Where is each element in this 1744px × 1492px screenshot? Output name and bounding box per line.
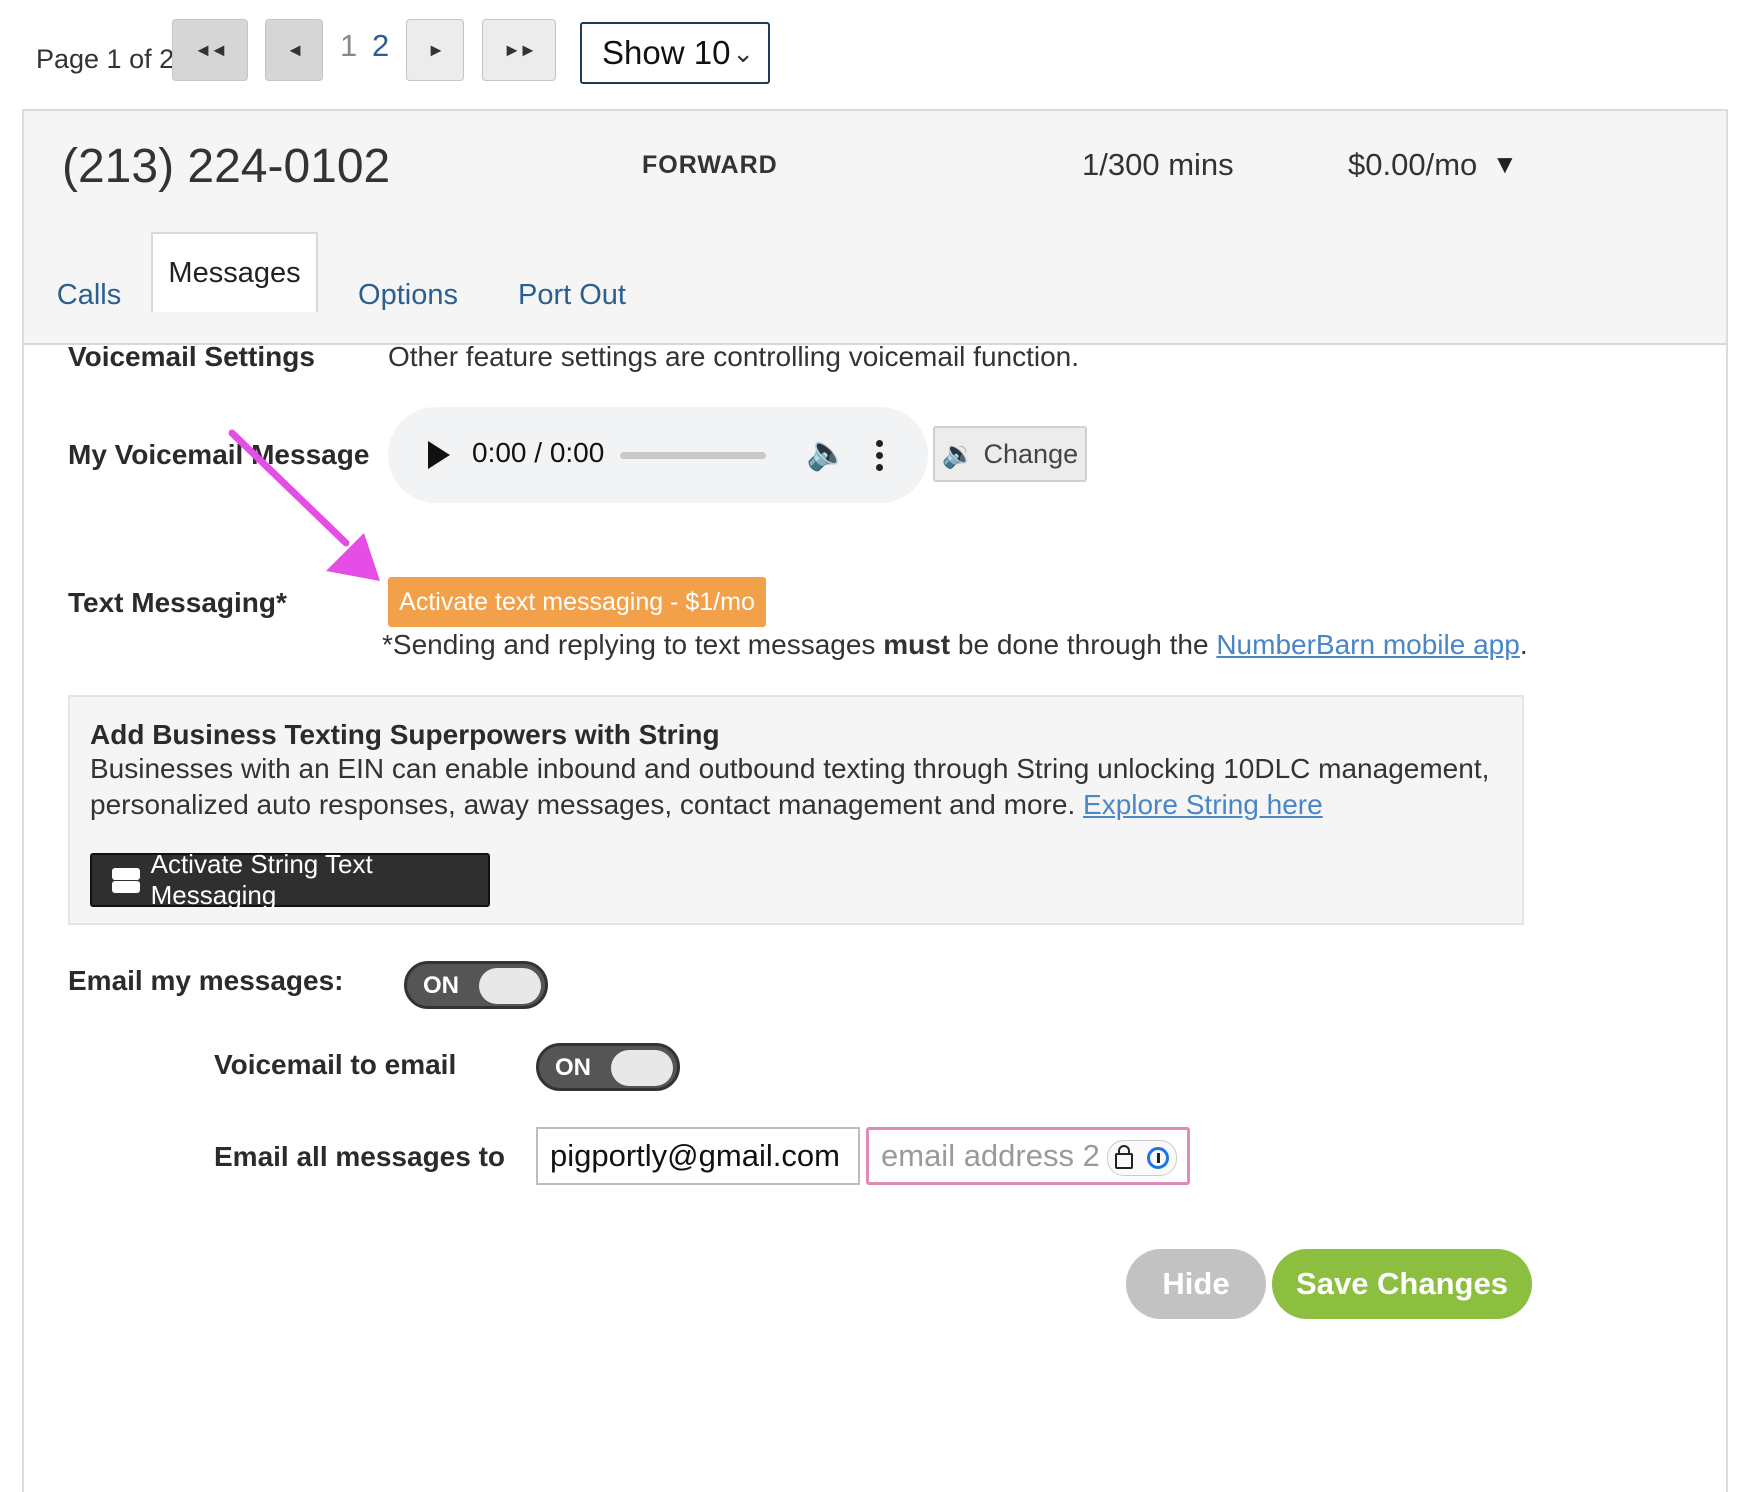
lock-icon — [1115, 1145, 1133, 1169]
string-logo-icon — [112, 866, 140, 894]
activate-text-messaging-button[interactable]: Activate text messaging - $1/mo — [388, 577, 766, 627]
page-2-link[interactable]: 2 — [372, 28, 389, 64]
change-voicemail-button[interactable]: 🔉 Change — [933, 426, 1087, 482]
email-messages-label: Email my messages: — [68, 965, 344, 996]
tab-calls[interactable]: Calls — [34, 251, 144, 339]
speaker-icon: 🔉 — [941, 439, 976, 469]
password-manager-icon[interactable] — [1147, 1147, 1169, 1169]
email-messages-toggle[interactable]: ON — [404, 961, 548, 1009]
page-info: Page 1 of 2 — [36, 44, 175, 74]
email-address-2-placeholder: email address 2 — [881, 1138, 1100, 1173]
voicemail-to-email-label: Voicemail to email — [214, 1049, 457, 1080]
toggle-knob — [479, 968, 541, 1004]
save-changes-button[interactable]: Save Changes — [1272, 1249, 1532, 1319]
prev-page-button[interactable]: ◄ — [265, 19, 323, 81]
expand-caret-icon[interactable]: ▼ — [1492, 149, 1518, 180]
change-label: Change — [983, 438, 1079, 469]
show-count-value: Show 10 — [602, 34, 731, 71]
string-heading: Add Business Texting Superpowers with St… — [90, 719, 720, 750]
tab-options[interactable]: Options — [350, 251, 466, 339]
email-address-1-field[interactable]: pigportly@gmail.com — [536, 1127, 860, 1185]
voicemail-to-email-toggle[interactable]: ON — [536, 1043, 680, 1091]
chevron-down-icon: ⌄ — [732, 38, 754, 68]
explore-string-link[interactable]: Explore String here — [1083, 789, 1323, 820]
first-page-button[interactable]: ◄◄ — [172, 19, 248, 81]
last-page-button[interactable]: ►► — [482, 19, 556, 81]
text-messaging-label: Text Messaging* — [68, 587, 287, 618]
string-body: Businesses with an EIN can enable inboun… — [90, 753, 1490, 820]
string-promo-box: Add Business Texting Superpowers with St… — [68, 695, 1524, 925]
phone-number: (213) 224-0102 — [62, 140, 391, 193]
password-manager-icons[interactable] — [1107, 1140, 1177, 1176]
page-1-link[interactable]: 1 — [340, 28, 357, 64]
tab-port-out[interactable]: Port Out — [514, 251, 630, 339]
mode-label: FORWARD — [642, 151, 778, 179]
activate-string-button[interactable]: Activate String Text Messaging — [90, 849, 490, 910]
more-options-icon[interactable] — [876, 440, 884, 476]
volume-icon[interactable]: 🔈 — [806, 433, 848, 473]
number-panel: (213) 224-0102 FORWARD 1/300 mins $0.00/… — [22, 109, 1728, 1492]
player-time: 0:00 / 0:00 — [472, 437, 605, 468]
email-all-label: Email all messages to — [214, 1141, 506, 1172]
voicemail-settings-label: Voicemail Settings — [68, 341, 315, 372]
price-label: $0.00/mo — [1348, 147, 1478, 182]
email-address-2-field[interactable]: email address 2 — [866, 1127, 1190, 1185]
voicemail-to-email-toggle-state: ON — [555, 1054, 591, 1081]
hide-button[interactable]: Hide — [1126, 1249, 1266, 1319]
show-count-select[interactable]: Show 10 ⌄ — [580, 22, 770, 84]
tab-messages[interactable]: Messages — [151, 232, 318, 312]
player-progress-bar[interactable] — [620, 452, 766, 459]
voicemail-settings-text: Other feature settings are controlling v… — [388, 341, 1080, 372]
annotation-arrow-icon — [228, 429, 380, 581]
next-page-button[interactable]: ► — [406, 19, 464, 81]
toggle-knob — [611, 1050, 673, 1086]
voicemail-audio-player[interactable]: 0:00 / 0:00 🔈 — [388, 407, 928, 503]
play-icon[interactable] — [428, 441, 450, 469]
mobile-app-link[interactable]: NumberBarn mobile app — [1216, 629, 1520, 660]
usage-label: 1/300 mins — [1082, 147, 1234, 182]
text-messaging-note: *Sending and replying to text messages m… — [382, 629, 1528, 660]
email-messages-toggle-state: ON — [423, 972, 459, 999]
activate-string-label: Activate String Text Messaging — [150, 849, 373, 910]
